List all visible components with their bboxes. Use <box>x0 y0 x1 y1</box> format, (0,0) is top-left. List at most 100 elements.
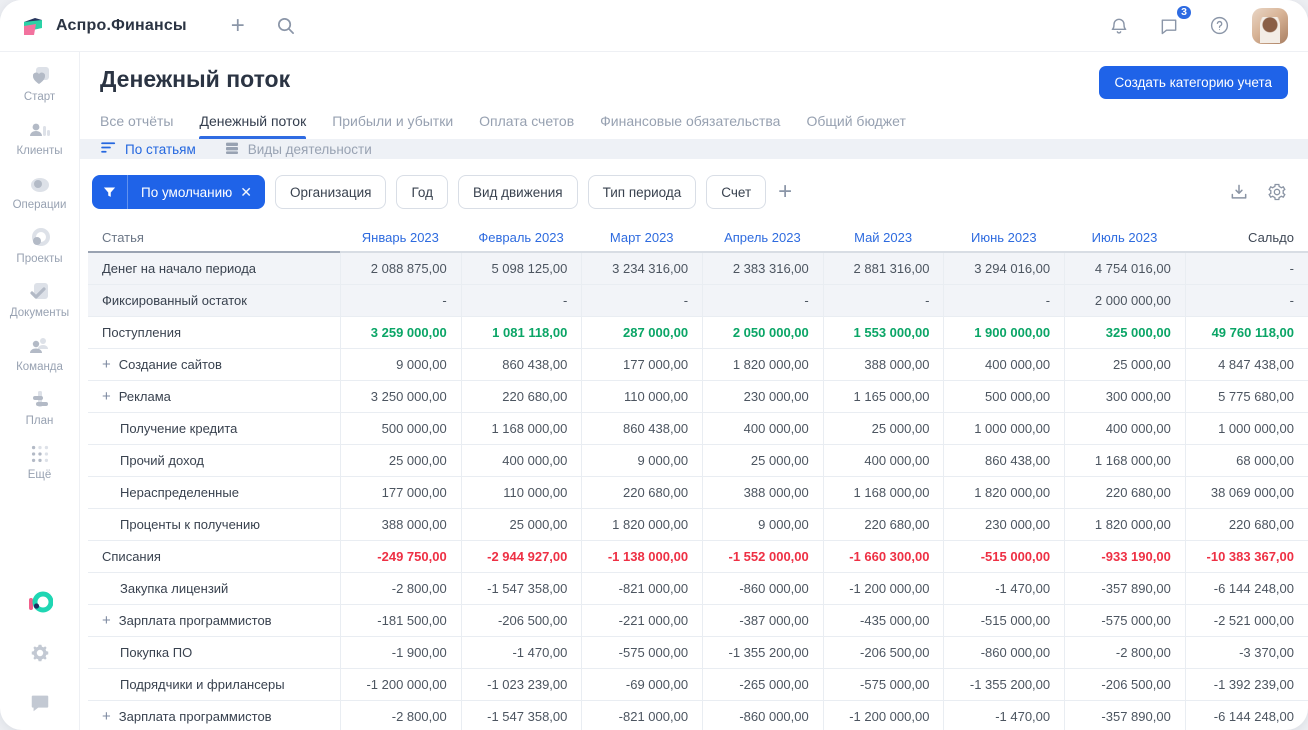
filter-chip-5[interactable]: Счет <box>706 175 767 209</box>
cell-value: 38 069 000,00 <box>1184 477 1308 509</box>
row-label: Зарплата программистов <box>118 613 272 628</box>
sidebar-item-8[interactable]: Ещё <box>4 442 76 481</box>
table-row[interactable]: Поступления 3 259 000,00 1 081 118,00 287 0… <box>88 317 1308 349</box>
view-mode-1[interactable]: По статьям <box>100 139 196 159</box>
filter-chip-4[interactable]: Тип периода <box>587 175 697 209</box>
row-label: Поступления <box>102 325 182 340</box>
tab-1[interactable]: Все отчёты <box>100 113 173 139</box>
expand-icon[interactable]: + <box>102 389 111 404</box>
expand-icon[interactable]: + <box>102 613 111 628</box>
cell-value: -821 000,00 <box>581 573 703 605</box>
table-row[interactable]: + Создание сайтов 9 000,00 860 438,00 177 00… <box>88 349 1308 381</box>
sidebar-item-2[interactable]: Клиенты <box>4 118 76 157</box>
column-header-month[interactable]: Май 2023 <box>822 223 944 253</box>
cell-value: 1 820 000,00 <box>943 477 1065 509</box>
sidebar-item-label: Проекты <box>16 253 63 265</box>
row-label-cell: Подрядчики и фрилансеры <box>88 669 340 701</box>
filter-chip-2[interactable]: Год <box>396 175 448 209</box>
column-header-month[interactable]: Июль 2023 <box>1064 223 1185 253</box>
cell-value: -1 355 200,00 <box>702 637 823 669</box>
cell-value: 5 775 680,00 <box>1184 381 1308 413</box>
table-settings-gear-icon[interactable] <box>1266 181 1288 203</box>
table-row[interactable]: Списания -249 750,00 -2 944 927,00 -1 138 0… <box>88 541 1308 573</box>
cell-value: 1 820 000,00 <box>702 349 823 381</box>
cell-value: -1 470,00 <box>460 637 582 669</box>
cell-value: 25 000,00 <box>340 445 461 477</box>
table-row[interactable]: + Зарплата программистов -2 800,00 -1 547 3… <box>88 701 1308 730</box>
cell-value: 860 438,00 <box>943 445 1065 477</box>
table-row[interactable]: Получение кредита 500 000,00 1 168 000,00 8… <box>88 413 1308 445</box>
create-category-button[interactable]: Создать категорию учета <box>1098 66 1288 99</box>
search-icon[interactable] <box>269 9 303 43</box>
cell-value: - <box>943 285 1065 317</box>
app-window: Аспро.Финансы + 3 Старт Клиенты Операции… <box>0 0 1308 730</box>
cell-value: -69 000,00 <box>581 669 703 701</box>
table-row[interactable]: Подрядчики и фрилансеры -1 200 000,00 -1 0… <box>88 669 1308 701</box>
column-header-month[interactable]: Июнь 2023 <box>943 223 1065 253</box>
aspro-footer-logo-icon[interactable] <box>27 590 53 616</box>
cell-value: 500 000,00 <box>943 381 1065 413</box>
cell-value: 1 000 000,00 <box>943 413 1065 445</box>
table-row[interactable]: Покупка ПО -1 900,00 -1 470,00 -575 000,00-… <box>88 637 1308 669</box>
help-icon[interactable] <box>1202 9 1236 43</box>
sidebar-item-4[interactable]: Проекты <box>4 226 76 265</box>
table-row[interactable]: Закупка лицензий -2 800,00 -1 547 358,00 -8… <box>88 573 1308 605</box>
cell-value: 400 000,00 <box>460 445 582 477</box>
page-title: Денежный поток <box>100 66 291 92</box>
column-header-month[interactable]: Апрель 2023 <box>702 223 823 253</box>
cell-value: 177 000,00 <box>581 349 703 381</box>
table-row[interactable]: Денег на начало периода 2 088 875,00 5 098… <box>88 253 1308 285</box>
cell-value: 2 383 316,00 <box>702 253 823 285</box>
view-mode-2[interactable]: Виды деятельности <box>224 140 372 159</box>
cell-value: 220 680,00 <box>581 477 703 509</box>
table-row[interactable]: + Реклама 3 250 000,00 220 680,00 110 000,00… <box>88 381 1308 413</box>
active-filter-chip[interactable]: По умолчанию ✕ <box>92 175 266 209</box>
settings-gear-icon[interactable] <box>27 640 53 666</box>
sidebar-item-3[interactable]: Операции <box>4 172 76 211</box>
cell-value: -206 500,00 <box>822 637 944 669</box>
cell-value: 110 000,00 <box>581 381 703 413</box>
table-row[interactable]: Фиксированный остаток - - - - - -2 000 000,00- <box>88 285 1308 317</box>
expand-icon[interactable]: + <box>102 709 111 724</box>
cell-value: 1 900 000,00 <box>943 317 1065 349</box>
tab-4[interactable]: Оплата счетов <box>479 113 574 139</box>
filter-chip-1[interactable]: Организация <box>275 175 387 209</box>
cell-value: 25 000,00 <box>460 509 582 541</box>
add-filter-icon[interactable]: + <box>778 180 792 204</box>
sidebar-item-7[interactable]: План <box>4 388 76 427</box>
remove-filter-icon[interactable]: ✕ <box>240 184 252 201</box>
filter-chip-3[interactable]: Вид движения <box>457 175 578 209</box>
tab-3[interactable]: Прибыли и убытки <box>332 113 453 139</box>
team-icon <box>28 334 52 358</box>
cell-value: 220 680,00 <box>1064 477 1185 509</box>
cell-value: -387 000,00 <box>702 605 823 637</box>
cell-value: -6 144 248,00 <box>1184 701 1308 730</box>
chat-icon[interactable]: 3 <box>1152 3 1193 43</box>
download-icon[interactable] <box>1228 181 1250 203</box>
user-avatar[interactable] <box>1252 7 1288 44</box>
cell-value: 3 294 016,00 <box>943 253 1065 285</box>
tab-5[interactable]: Финансовые обязательства <box>600 113 780 139</box>
expand-icon[interactable]: + <box>102 357 111 372</box>
column-header-month[interactable]: Январь 2023 <box>340 223 461 253</box>
column-header-month[interactable]: Март 2023 <box>581 223 703 253</box>
table-row[interactable]: Проценты к получению 388 000,00 25 000,00 1… <box>88 509 1308 541</box>
tab-2[interactable]: Денежный поток <box>199 113 306 139</box>
sidebar-item-label: Клиенты <box>16 145 63 157</box>
sidebar-item-6[interactable]: Команда <box>4 334 76 373</box>
column-header-month[interactable]: Февраль 2023 <box>460 223 582 253</box>
sidebar-item-5[interactable]: Документы <box>4 280 76 319</box>
cell-value: -1 900,00 <box>340 637 461 669</box>
tab-6[interactable]: Общий бюджет <box>806 113 905 139</box>
table-row[interactable]: + Зарплата программистов -181 500,00 -206 5… <box>88 605 1308 637</box>
cell-value: -1 392 239,00 <box>1184 669 1308 701</box>
view-mode-strip: По статьям Виды деятельности <box>80 139 1308 159</box>
support-chat-icon[interactable] <box>27 690 53 716</box>
table-row[interactable]: Нераспределенные 177 000,00 110 000,00 220 … <box>88 477 1308 509</box>
cell-value: 230 000,00 <box>943 509 1065 541</box>
create-plus-icon[interactable]: + <box>221 9 255 43</box>
notifications-bell-icon[interactable] <box>1102 9 1136 43</box>
sidebar-item-1[interactable]: Старт <box>4 64 76 103</box>
table-row[interactable]: Прочий доход 25 000,00 400 000,00 9 000,00 2… <box>88 445 1308 477</box>
cell-value: -6 144 248,00 <box>1184 573 1308 605</box>
